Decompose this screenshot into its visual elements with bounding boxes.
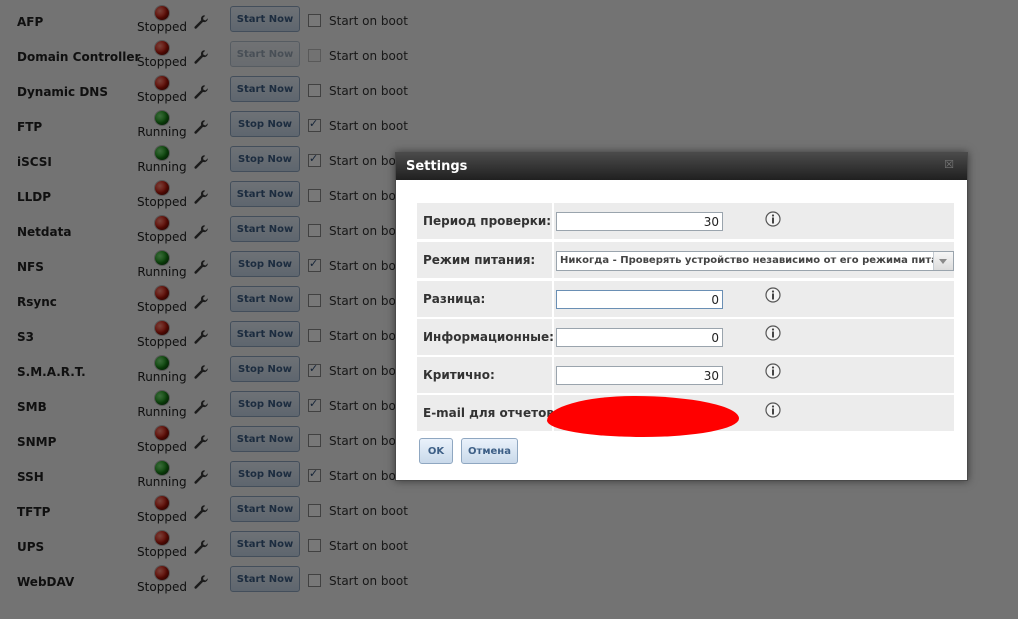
difference-label: Разница:	[417, 281, 552, 317]
check-period-input[interactable]	[556, 212, 723, 231]
power-mode-value: Никогда - Проверять устройство независим…	[560, 255, 954, 266]
chevron-down-icon[interactable]	[933, 252, 953, 270]
close-icon[interactable]: ☒	[943, 159, 955, 171]
check-period-cell	[554, 203, 954, 239]
dialog-title-bar[interactable]: Settings ☒	[396, 153, 967, 180]
info-icon[interactable]	[765, 211, 781, 227]
info-icon[interactable]	[765, 402, 781, 418]
informational-label: Информационные:	[417, 319, 554, 355]
power-mode-cell: Никогда - Проверять устройство независим…	[554, 242, 954, 278]
info-icon[interactable]	[765, 287, 781, 303]
info-icon[interactable]	[765, 363, 781, 379]
cancel-button[interactable]: Отмена	[461, 438, 518, 464]
form-row-informational: Информационные:	[417, 319, 954, 355]
form-row-power-mode: Режим питания: Никогда - Проверять устро…	[417, 242, 954, 278]
form-row-check-period: Период проверки:	[417, 203, 954, 239]
critical-input[interactable]	[556, 366, 723, 385]
informational-cell	[554, 319, 954, 355]
ok-button[interactable]: OK	[419, 438, 453, 464]
form-row-critical: Критично:	[417, 357, 954, 393]
check-period-label: Период проверки:	[417, 203, 552, 239]
power-mode-label: Режим питания:	[417, 242, 552, 278]
power-mode-select[interactable]: Никогда - Проверять устройство независим…	[556, 251, 954, 271]
critical-cell	[554, 357, 954, 393]
informational-input[interactable]	[556, 328, 723, 347]
form-row-difference: Разница:	[417, 281, 954, 317]
email-label: E-mail для отчетов:	[417, 395, 559, 431]
critical-label: Критично:	[417, 357, 552, 393]
difference-input[interactable]	[556, 290, 723, 309]
info-icon[interactable]	[765, 325, 781, 341]
redaction-mark	[547, 396, 739, 437]
dialog-title: Settings	[406, 159, 468, 174]
difference-cell	[554, 281, 954, 317]
